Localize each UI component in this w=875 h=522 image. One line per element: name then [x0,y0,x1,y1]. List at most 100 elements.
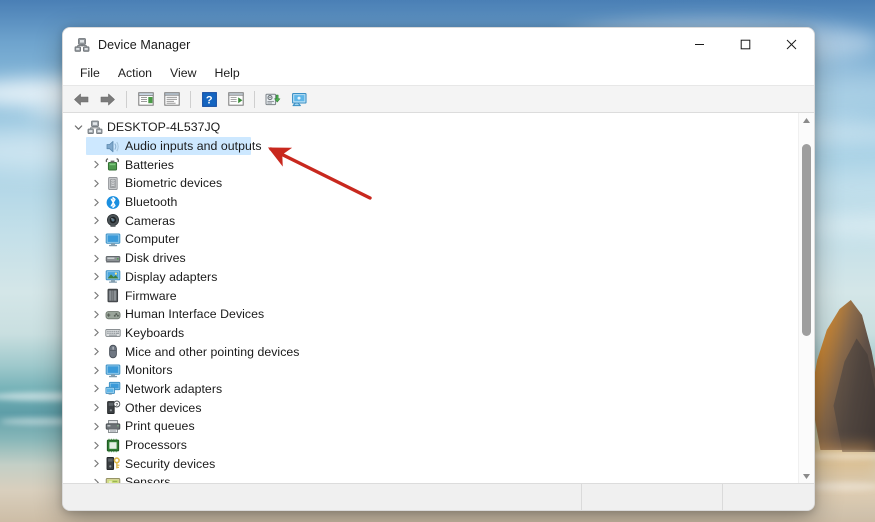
chevron-right-icon[interactable] [89,160,104,169]
chevron-right-icon[interactable] [89,310,104,319]
properties-icon[interactable] [159,88,184,110]
tree-item-display-adapters[interactable]: Display adapters [63,268,798,287]
tree-item-firmware[interactable]: Firmware [63,286,798,305]
chevron-right-icon[interactable] [89,198,104,207]
tree-item-other-devices[interactable]: ?Other devices [63,398,798,417]
bluetooth-icon [104,194,121,210]
tree-item-security-devices[interactable]: Security devices [63,454,798,473]
tree-item-human-interface-devices[interactable]: Human Interface Devices [63,305,798,324]
scroll-up-arrow-icon[interactable] [799,113,814,127]
scrollbar-thumb[interactable] [802,144,811,336]
chevron-right-icon[interactable] [89,272,104,281]
menu-file[interactable]: File [71,63,109,83]
tree-item-label: Print queues [125,419,195,433]
minimize-button[interactable] [676,28,722,61]
tree-item-sensors[interactable]: Sensors [63,473,798,483]
chevron-right-icon[interactable] [89,235,104,244]
computer-icon [86,119,103,135]
firmware-icon [104,288,121,304]
tree-item-label: Batteries [125,158,174,172]
tree-item-label: Computer [125,232,179,246]
tree-item-biometric-devices[interactable]: Biometric devices [63,174,798,193]
tree-item-label: Human Interface Devices [125,307,264,321]
tree-item-cameras[interactable]: Cameras [63,211,798,230]
menu-help[interactable]: Help [205,63,248,83]
chevron-right-icon[interactable] [89,459,104,468]
tree-item-label: Audio inputs and outputs [125,139,262,153]
chevron-right-icon[interactable] [89,291,104,300]
status-panel-1-text [63,491,69,503]
help-icon[interactable]: ? [197,88,222,110]
title-bar[interactable]: Device Manager [63,28,814,61]
chevron-right-icon[interactable] [89,366,104,375]
toolbar[interactable]: ? [63,86,814,113]
chevron-right-icon[interactable] [89,422,104,431]
chevron-right-icon[interactable] [89,347,104,356]
chevron-right-icon[interactable] [89,216,104,225]
tree-item-label: Firmware [125,289,177,303]
maximize-button[interactable] [722,28,768,61]
chevron-right-icon[interactable] [89,478,104,483]
other-device-icon: ? [104,400,121,416]
tree-item-bluetooth[interactable]: Bluetooth [63,193,798,212]
hid-icon [104,306,121,322]
tree-item-label: Cameras [125,214,175,228]
menu-bar[interactable]: File Action View Help [63,61,814,86]
tree-item-batteries[interactable]: Batteries [63,155,798,174]
tree-item-label: Biometric devices [125,176,222,190]
status-panel-1 [63,484,582,510]
processor-icon [104,437,121,453]
tree-item-keyboards[interactable]: Keyboards [63,324,798,343]
camera-icon [104,213,121,229]
chevron-right-icon[interactable] [89,441,104,450]
menu-view[interactable]: View [161,63,205,83]
svg-text:?: ? [115,402,118,407]
monitor-icon [104,362,121,378]
sensor-icon [104,474,121,483]
back-arrow-icon[interactable] [69,88,94,110]
tree-item-computer[interactable]: Computer [63,230,798,249]
device-manager-window[interactable]: Device Manager File Action View Help [62,27,815,511]
keyboard-icon [104,325,121,341]
status-panel-2 [582,484,723,510]
tree-item-disk-drives[interactable]: Disk drives [63,249,798,268]
chevron-right-icon[interactable] [89,254,104,263]
chevron-right-icon[interactable] [89,179,104,188]
add-legacy-hardware-icon[interactable] [287,88,312,110]
vertical-scrollbar[interactable] [798,113,814,483]
battery-icon [104,157,121,173]
window-title: Device Manager [98,38,190,52]
chevron-right-icon[interactable] [89,328,104,337]
disk-drive-icon [104,250,121,266]
tree-root-node[interactable]: DESKTOP-4L537JQ [63,118,798,137]
tree-item-print-queues[interactable]: Print queues [63,417,798,436]
scroll-down-arrow-icon[interactable] [799,469,814,483]
tree-item-monitors[interactable]: Monitors [63,361,798,380]
device-tree-pane[interactable]: DESKTOP-4L537JQ Audio inputs and outputs B… [63,113,814,483]
chevron-right-icon[interactable] [89,403,104,412]
tree-item-label: Bluetooth [125,195,177,209]
scan-for-hardware-changes-icon[interactable] [261,88,286,110]
chevron-right-icon[interactable] [89,384,104,393]
tree-item-processors[interactable]: Processors [63,436,798,455]
tree-item-label: Network adapters [125,382,222,396]
show-hide-console-tree-icon[interactable] [133,88,158,110]
chevron-down-icon[interactable] [71,123,86,132]
update-driver-icon[interactable] [223,88,248,110]
tree-item-label: Security devices [125,457,215,471]
menu-action[interactable]: Action [109,63,161,83]
tree-item-mice-and-other-pointing-devices[interactable]: Mice and other pointing devices [63,342,798,361]
device-tree[interactable]: DESKTOP-4L537JQ Audio inputs and outputs B… [63,113,798,483]
tree-item-audio-inputs-and-outputs[interactable]: Audio inputs and outputs [63,137,798,156]
close-button[interactable] [768,28,814,61]
forward-arrow-icon[interactable] [95,88,120,110]
title-bar-left: Device Manager [63,37,190,53]
monitor-icon [104,231,121,247]
tree-item-label: Monitors [125,363,173,377]
tree-item-label: Disk drives [125,251,186,265]
status-bar [63,483,814,510]
tree-item-label: Processors [125,438,187,452]
tree-item-label: Sensors [125,475,170,483]
status-panel-3-text [723,491,729,503]
tree-item-network-adapters[interactable]: Network adapters [63,380,798,399]
